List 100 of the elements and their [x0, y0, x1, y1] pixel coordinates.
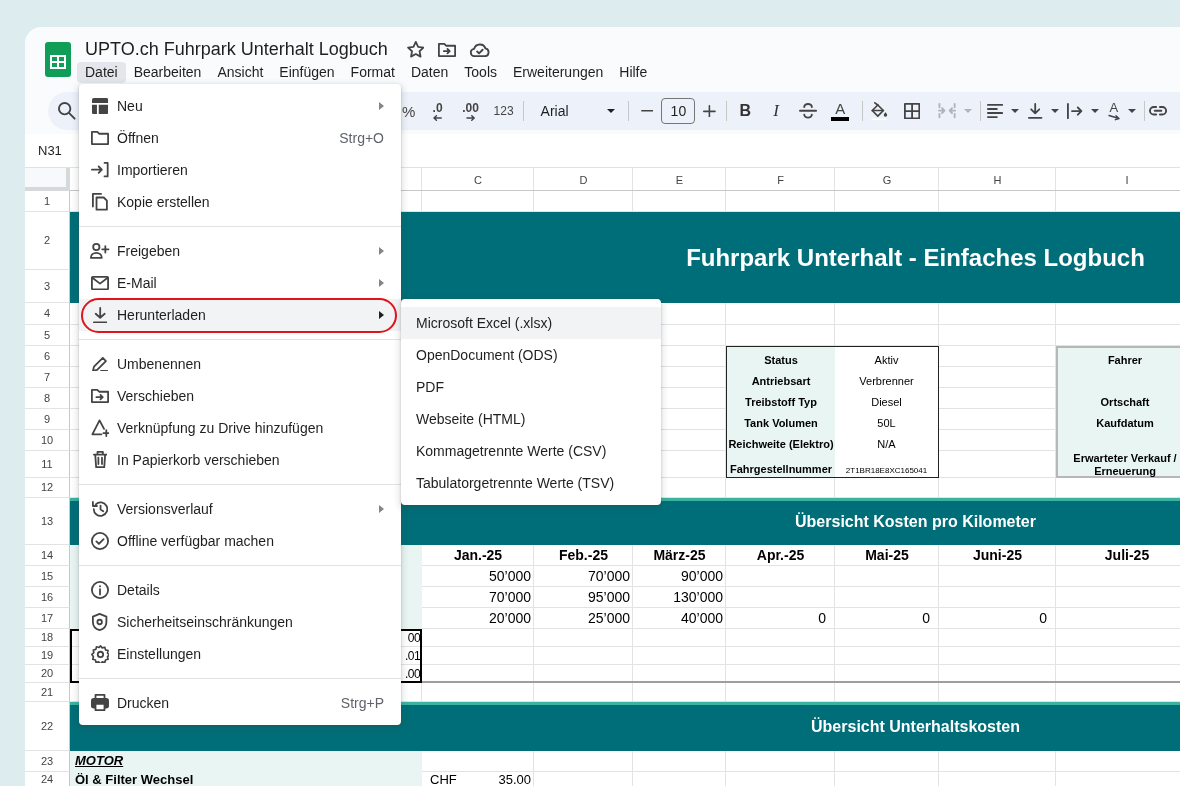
- plus-icon[interactable]: [703, 104, 717, 118]
- submenu-item[interactable]: Kommagetrennte Werte (CSV): [401, 435, 661, 467]
- number-format-button[interactable]: 123: [488, 97, 519, 125]
- caret-icon: [1090, 109, 1099, 113]
- minus-icon[interactable]: [640, 110, 654, 112]
- column-header[interactable]: G: [835, 168, 939, 191]
- menu-item[interactable]: Importieren: [79, 154, 401, 186]
- text-rotation-button[interactable]: A: [1104, 97, 1140, 125]
- menu-item[interactable]: Verknüpfung zu Drive hinzufügen: [79, 412, 401, 444]
- text-color-button[interactable]: A: [826, 97, 855, 125]
- bold-button[interactable]: B: [731, 97, 760, 125]
- category-label: MOTOR: [75, 753, 124, 769]
- document-title[interactable]: UPTO.ch Fuhrpark Unterhalt Logbuch: [85, 38, 388, 61]
- menubar-item[interactable]: Datei: [77, 61, 126, 83]
- currency-label: CHF: [430, 773, 457, 786]
- menubar-item[interactable]: Erweiterungen: [505, 61, 612, 83]
- row-header[interactable]: 5: [25, 325, 70, 346]
- row-header[interactable]: 13: [25, 498, 70, 545]
- column-header[interactable]: H: [939, 168, 1056, 191]
- decrease-decimals-button[interactable]: .0: [422, 97, 453, 125]
- submenu-item[interactable]: OpenDocument (ODS): [401, 339, 661, 371]
- menu-item[interactable]: E-Mail: [79, 267, 401, 299]
- menu-item[interactable]: In Papierkorb verschieben: [79, 444, 401, 476]
- paint-bucket-icon[interactable]: [871, 101, 888, 121]
- caret-icon: [1011, 109, 1020, 113]
- menu-item[interactable]: Herunterladen: [79, 299, 401, 331]
- row-header[interactable]: 21: [25, 683, 70, 702]
- spreadsheet-icon: [91, 97, 109, 115]
- month-header: Jan.-25: [453, 547, 503, 563]
- row-header[interactable]: 17: [25, 608, 70, 629]
- row-header[interactable]: 18: [25, 629, 70, 647]
- row-header[interactable]: 11: [25, 451, 70, 478]
- row-header[interactable]: 6: [25, 346, 70, 367]
- diagonal-arrow-icon: [1107, 114, 1121, 121]
- row-header[interactable]: 10: [25, 430, 70, 451]
- font-dropdown[interactable]: Arial: [532, 97, 621, 125]
- row-header[interactable]: 1: [25, 191, 70, 212]
- search-icon[interactable]: [58, 102, 76, 120]
- row-header[interactable]: 20: [25, 665, 70, 683]
- menu-item[interactable]: Details: [79, 574, 401, 606]
- vehicle-info-label: Antriebsart: [727, 368, 835, 389]
- row-header[interactable]: 4: [25, 303, 70, 325]
- row-header[interactable]: 23: [25, 751, 70, 772]
- italic-button[interactable]: I: [762, 97, 791, 125]
- column-header[interactable]: E: [633, 168, 726, 191]
- row-header[interactable]: 2: [25, 212, 70, 270]
- arrow-left-icon: [433, 114, 443, 121]
- increase-decimals-button[interactable]: .00: [455, 97, 486, 125]
- menubar-item[interactable]: Einfügen: [271, 61, 343, 83]
- menu-item[interactable]: Freigeben: [79, 235, 401, 267]
- month-header: Apr.-25: [756, 547, 805, 563]
- menu-item[interactable]: Offline verfügbar machen: [79, 525, 401, 557]
- folder-move-icon[interactable]: [438, 42, 457, 57]
- row-header[interactable]: 16: [25, 587, 70, 608]
- vehicle-info-value: Diesel: [871, 396, 902, 409]
- menu-item[interactable]: Einstellungen: [79, 638, 401, 670]
- menubar-item[interactable]: Ansicht: [209, 61, 272, 83]
- row-header[interactable]: 19: [25, 647, 70, 665]
- font-size-field[interactable]: 10: [661, 98, 696, 124]
- row-header[interactable]: 22: [25, 702, 70, 751]
- row-header[interactable]: 15: [25, 566, 70, 587]
- menu-item[interactable]: Umbenennen: [79, 348, 401, 380]
- submenu-item[interactable]: Microsoft Excel (.xlsx): [401, 307, 661, 339]
- row-header[interactable]: 3: [25, 270, 70, 303]
- column-header[interactable]: C: [422, 168, 534, 191]
- submenu-item[interactable]: PDF: [401, 371, 661, 403]
- month-header: Juli-25: [1104, 547, 1150, 563]
- row-header[interactable]: 8: [25, 388, 70, 409]
- name-box[interactable]: N31: [38, 143, 62, 158]
- star-icon[interactable]: [406, 41, 425, 58]
- strikethrough-icon[interactable]: [799, 103, 818, 119]
- column-header[interactable]: I: [1056, 168, 1180, 191]
- row-header[interactable]: 12: [25, 478, 70, 498]
- menubar-item[interactable]: Hilfe: [611, 61, 656, 83]
- row-header[interactable]: 9: [25, 409, 70, 430]
- menubar-item[interactable]: Format: [342, 61, 403, 83]
- row-header[interactable]: 14: [25, 545, 70, 566]
- menubar-item[interactable]: Bearbeiten: [125, 61, 210, 83]
- submenu-item[interactable]: Webseite (HTML): [401, 403, 661, 435]
- menubar-item[interactable]: Daten: [402, 61, 457, 83]
- menu-item[interactable]: Verschieben: [79, 380, 401, 412]
- column-header[interactable]: F: [726, 168, 835, 191]
- cloud-check-icon[interactable]: [470, 41, 490, 58]
- borders-icon[interactable]: [903, 102, 921, 120]
- submenu-item[interactable]: Tabulatorgetrennte Werte (TSV): [401, 467, 661, 499]
- section-title: Übersicht Kosten pro Kilometer: [795, 512, 1036, 531]
- arrow-down-to-line-icon: [1028, 103, 1043, 119]
- menu-item[interactable]: Kopie erstellen: [79, 186, 401, 218]
- km-value: 70’000: [587, 568, 630, 584]
- vehicle-info-value: 50L: [877, 417, 896, 430]
- menu-item[interactable]: Sicherheitseinschränkungen: [79, 606, 401, 638]
- month-header: März-25: [653, 547, 706, 563]
- menu-item[interactable]: Öffnen Strg+O: [79, 122, 401, 154]
- menubar-item[interactable]: Tools: [456, 61, 505, 83]
- row-header[interactable]: 7: [25, 367, 70, 388]
- column-header[interactable]: D: [534, 168, 633, 191]
- menu-item[interactable]: Drucken Strg+P: [79, 687, 401, 719]
- spreadsheet-logo-icon[interactable]: [45, 42, 71, 77]
- link-icon[interactable]: [1149, 106, 1168, 116]
- menu-item[interactable]: Versionsverlauf: [79, 493, 401, 525]
